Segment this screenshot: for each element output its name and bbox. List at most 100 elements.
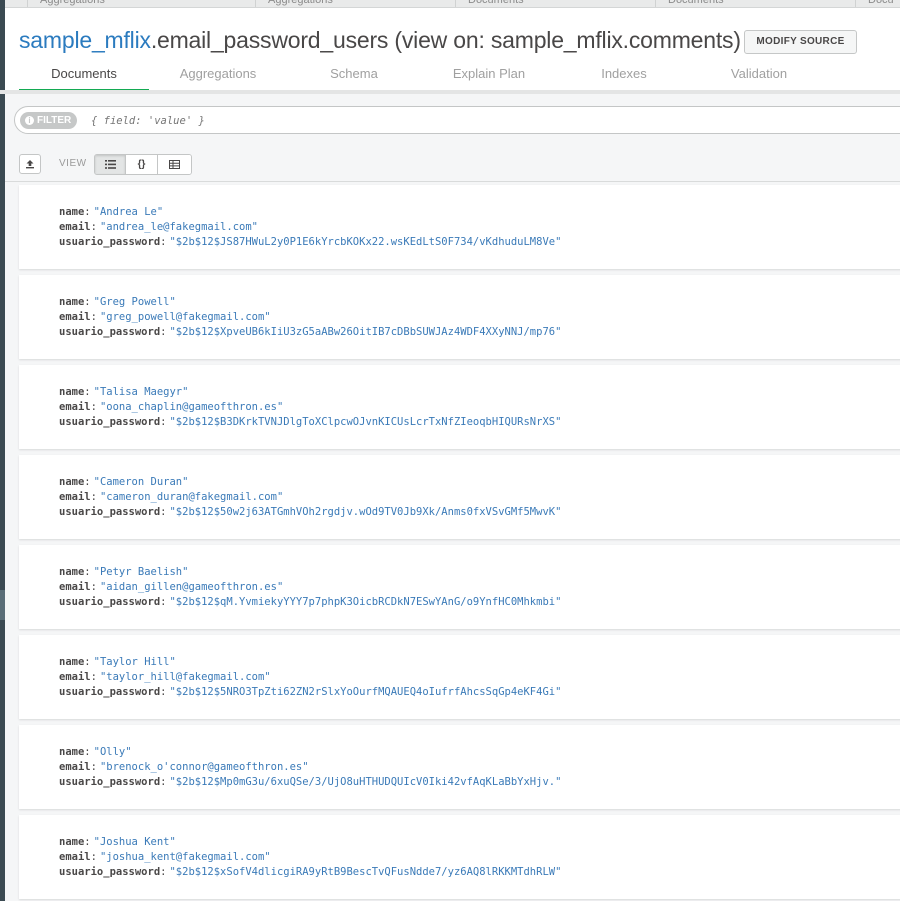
field-value[interactable]: "$2b$12$JS87HWuL2y0P1E6kYrcbKOKx22.wsKEd… [169, 236, 561, 248]
field-key: usuario_password [59, 776, 161, 788]
field-value[interactable]: "greg_powell@fakegmail.com" [100, 311, 271, 323]
field-value[interactable]: "oona_chaplin@gameofthron.es" [100, 401, 283, 413]
document-card[interactable]: name: "Joshua Kent" email: "joshua_kent@fak… [19, 815, 900, 899]
field-value[interactable]: "brenock_o'connor@gameofthron.es" [100, 761, 309, 773]
field-separator: : [84, 476, 91, 488]
field-value[interactable]: "aidan_gillen@gameofthron.es" [100, 581, 283, 593]
field-separator: : [84, 566, 91, 578]
document-field-row: usuario_password: "$2b$12$XpveUB6kIiU3zG5… [59, 325, 561, 340]
field-key: email [59, 401, 91, 413]
field-separator: : [90, 311, 97, 323]
field-value[interactable]: "Olly" [94, 746, 132, 758]
view-mode-toggle: {} [94, 154, 192, 175]
document-field-row: usuario_password: "$2b$12$qM.YvmiekyYYY7p… [59, 595, 561, 610]
document-field-row: name: "Greg Powell" [59, 295, 176, 310]
field-key: usuario_password [59, 866, 161, 878]
info-icon: i [25, 116, 34, 125]
workspace-tab[interactable]: Aggregations [255, 0, 455, 7]
field-value[interactable]: "$2b$12$XpveUB6kIiU3zG5aABw26OitIB7cDBbS… [169, 326, 561, 338]
field-separator: : [90, 851, 97, 863]
namespace-title: sample_mflix.email_password_users (view … [19, 26, 741, 54]
documents-toolbar: VIEW {} [5, 146, 900, 182]
document-field-row: usuario_password: "$2b$12$5NRO3TpZti62ZN2… [59, 685, 561, 700]
field-key: name [59, 656, 85, 668]
document-card[interactable]: name: "Greg Powell" email: "greg_powell@fak… [19, 275, 900, 359]
field-separator: : [160, 866, 167, 878]
document-card[interactable]: name: "Talisa Maegyr" email: "oona_chaplin@… [19, 365, 900, 449]
field-value[interactable]: "$2b$12$B3DKrkTVNJDlgToXClpcwOJvnKICUsLc… [169, 416, 561, 428]
field-value[interactable]: "$2b$12$qM.YvmiekyYYY7p7phpK3OicbRCDkN7E… [169, 596, 561, 608]
field-separator: : [160, 326, 167, 338]
field-separator: : [90, 671, 97, 683]
field-key: usuario_password [59, 686, 161, 698]
field-key: email [59, 581, 91, 593]
list-view-button[interactable] [95, 155, 127, 174]
field-separator: : [160, 776, 167, 788]
field-value[interactable]: "Greg Powell" [94, 296, 176, 308]
document-field-row: name: "Talisa Maegyr" [59, 385, 188, 400]
filter-pill[interactable]: i FILTER [20, 112, 78, 129]
field-value[interactable]: "joshua_kent@fakegmail.com" [100, 851, 271, 863]
export-button[interactable] [19, 154, 41, 174]
workspace-tab[interactable]: Documents [655, 0, 855, 7]
database-link[interactable]: sample_mflix [19, 27, 151, 53]
field-key: name [59, 746, 85, 758]
field-separator: : [84, 386, 91, 398]
field-separator: : [160, 506, 167, 518]
document-card[interactable]: name: "Cameron Duran" email: "cameron_duran… [19, 455, 900, 539]
table-icon [168, 160, 180, 169]
field-value[interactable]: "Cameron Duran" [94, 476, 189, 488]
field-key: email [59, 311, 91, 323]
document-card[interactable]: name: "Andrea Le" email: "andrea_le@fakegma… [19, 185, 900, 269]
field-key: email [59, 761, 91, 773]
field-value[interactable]: "$2b$12$xSofV4dlicgiRA9yRtB9BescTvQFusNd… [169, 866, 561, 878]
filter-box[interactable]: i FILTER [14, 106, 900, 134]
document-field-row: email: "aidan_gillen@gameofthron.es" [59, 580, 283, 595]
field-separator: : [84, 836, 91, 848]
field-separator: : [160, 686, 167, 698]
field-value[interactable]: "Petyr Baelish" [94, 566, 189, 578]
list-icon [104, 160, 116, 169]
tab-indexes[interactable]: Indexes [559, 62, 689, 92]
field-key: email [59, 851, 91, 863]
filter-input[interactable] [91, 113, 691, 129]
field-key: usuario_password [59, 596, 161, 608]
tab-documents[interactable]: Documents [19, 62, 149, 92]
field-separator: : [84, 296, 91, 308]
tab-validation[interactable]: Validation [694, 62, 824, 92]
document-field-row: email: "taylor_hill@fakegmail.com" [59, 670, 271, 685]
field-value[interactable]: "andrea_le@fakegmail.com" [100, 221, 258, 233]
document-field-row: email: "oona_chaplin@gameofthron.es" [59, 400, 283, 415]
document-card[interactable]: name: "Taylor Hill" email: "taylor_hill@fak… [19, 635, 900, 719]
field-value[interactable]: "Joshua Kent" [94, 836, 176, 848]
field-key: email [59, 491, 91, 503]
field-key: email [59, 221, 91, 233]
field-value[interactable]: "$2b$12$5NRO3TpZti62ZN2rSlxYoOurfMQAUEQ4… [169, 686, 561, 698]
document-card[interactable]: name: "Olly" email: "brenock_o'connor@gameo… [19, 725, 900, 809]
field-value[interactable]: "taylor_hill@fakegmail.com" [100, 671, 271, 683]
document-field-row: email: "andrea_le@fakegmail.com" [59, 220, 258, 235]
field-value[interactable]: "$2b$12$50w2j63ATGmhVOh2rgdjv.wOd9TV0Jb9… [169, 506, 561, 518]
json-view-button[interactable]: {} [126, 155, 158, 174]
document-field-row: name: "Joshua Kent" [59, 835, 176, 850]
field-value[interactable]: "Andrea Le" [94, 206, 164, 218]
tab-schema[interactable]: Schema [289, 62, 419, 92]
modify-source-button[interactable]: MODIFY SOURCE [744, 30, 857, 54]
field-value[interactable]: "$2b$12$Mp0mG3u/6xuQSe/3/UjO8uHTHUDQUIcV… [169, 776, 561, 788]
tab-explain-plan[interactable]: Explain Plan [424, 62, 554, 92]
table-view-button[interactable] [157, 155, 191, 174]
workspace-tab[interactable]: Docu [855, 0, 900, 7]
filter-pill-label: FILTER [37, 115, 72, 126]
document-field-row: usuario_password: "$2b$12$50w2j63ATGmhVOh… [59, 505, 561, 520]
view-source-text: (view on: sample_mflix.comments) [388, 27, 741, 53]
field-value[interactable]: "Talisa Maegyr" [94, 386, 189, 398]
field-value[interactable]: "cameron_duran@fakegmail.com" [100, 491, 283, 503]
document-list: name: "Andrea Le" email: "andrea_le@fakegma… [5, 182, 900, 901]
document-card[interactable]: name: "Petyr Baelish" email: "aidan_gillen@… [19, 545, 900, 629]
field-key: usuario_password [59, 326, 161, 338]
field-value[interactable]: "Taylor Hill" [94, 656, 176, 668]
field-separator: : [90, 221, 97, 233]
workspace-tab[interactable]: Documents [455, 0, 655, 7]
workspace-tab[interactable]: Aggregations [27, 0, 255, 7]
tab-aggregations[interactable]: Aggregations [153, 62, 283, 92]
